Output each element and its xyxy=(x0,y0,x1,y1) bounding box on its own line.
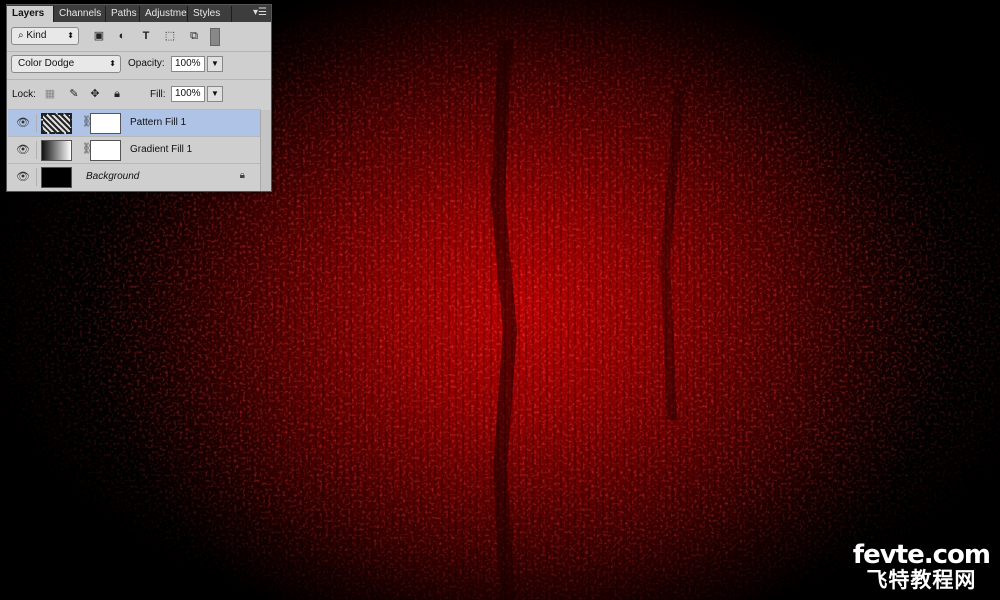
blend-mode-label: Color Dodge xyxy=(18,58,75,69)
pattern-thumbnail xyxy=(41,113,72,134)
visibility-eye-icon[interactable]: 👁︎ xyxy=(10,114,37,132)
blend-mode-select[interactable]: Color Dodge ⬍ xyxy=(11,55,121,73)
blend-row: Color Dodge ⬍ Opacity: 100% ▼ xyxy=(7,51,271,77)
updown-arrow-icon: ⬍ xyxy=(109,59,116,68)
tab-adjustments[interactable]: Adjustme xyxy=(140,6,188,22)
layers-panel: Layers Channels Paths Adjustme Styles ▾☰… xyxy=(6,4,272,192)
panel-menu-icon[interactable]: ▾☰ xyxy=(253,6,267,20)
lock-row: Lock: ▦ ✎ ✥ 🔒︎ Fill: 100% ▼ xyxy=(7,79,271,107)
adjustment-filter-icon[interactable]: ◐ xyxy=(115,29,129,43)
watermark-chinese: 飞特教程网 xyxy=(866,568,977,592)
filter-row: ⌕ Kind ⬍ ▣ ◐ T ⬚ ⧉ xyxy=(7,25,271,49)
opacity-label: Opacity: xyxy=(128,58,165,69)
type-filter-icon[interactable]: T xyxy=(139,29,153,43)
background-thumbnail xyxy=(41,167,72,188)
fill-dropdown-icon[interactable]: ▼ xyxy=(207,86,223,102)
opacity-field[interactable]: 100% xyxy=(171,56,205,72)
lock-position-icon[interactable]: ✥ xyxy=(88,87,102,101)
lock-transparent-icon[interactable]: ▦ xyxy=(43,87,57,101)
filter-kind-select[interactable]: ⌕ Kind ⬍ xyxy=(11,27,79,45)
layer-mask-thumbnail xyxy=(90,140,121,161)
site-watermark: fevte.com 飞特教程网 xyxy=(852,540,991,592)
tab-layers[interactable]: Layers xyxy=(7,6,54,22)
shape-filter-icon[interactable]: ⬚ xyxy=(163,29,177,43)
layer-name: Background xyxy=(86,171,140,182)
tab-styles[interactable]: Styles xyxy=(188,6,232,22)
visibility-eye-icon[interactable]: 👁︎ xyxy=(10,168,37,186)
tab-paths[interactable]: Paths xyxy=(106,6,140,22)
opacity-dropdown-icon[interactable]: ▼ xyxy=(207,56,223,72)
gradient-thumbnail xyxy=(41,140,72,161)
lock-icon: 🔒︎ xyxy=(239,170,245,181)
updown-arrow-icon: ⬍ xyxy=(67,31,74,40)
smart-object-filter-icon[interactable]: ⧉ xyxy=(187,29,201,43)
lock-image-icon[interactable]: ✎ xyxy=(67,87,81,101)
fill-label: Fill: xyxy=(150,89,166,100)
layer-row-pattern-fill[interactable]: 👁︎ ⛓︎ Pattern Fill 1 xyxy=(8,109,261,136)
tab-channels[interactable]: Channels xyxy=(54,6,106,22)
watermark-domain: fevte.com xyxy=(852,540,991,570)
panel-tab-bar: Layers Channels Paths Adjustme Styles ▾☰ xyxy=(7,5,271,22)
visibility-eye-icon[interactable]: 👁︎ xyxy=(10,141,37,159)
layer-row-gradient-fill[interactable]: 👁︎ ⛓︎ Gradient Fill 1 xyxy=(8,136,261,163)
fill-field[interactable]: 100% xyxy=(171,86,205,102)
filter-kind-label: Kind xyxy=(26,30,47,41)
lock-label: Lock: xyxy=(12,89,36,100)
image-filter-icon[interactable]: ▣ xyxy=(92,29,106,43)
layer-name: Gradient Fill 1 xyxy=(130,144,193,155)
layer-mask-thumbnail xyxy=(90,113,121,134)
layers-scrollbar[interactable] xyxy=(260,110,271,191)
layer-row-background[interactable]: 👁︎ Background 🔒︎ xyxy=(8,163,261,190)
layer-name: Pattern Fill 1 xyxy=(130,117,187,128)
lock-all-icon[interactable]: 🔒︎ xyxy=(110,87,124,101)
filter-toggle-icon[interactable] xyxy=(210,28,220,46)
